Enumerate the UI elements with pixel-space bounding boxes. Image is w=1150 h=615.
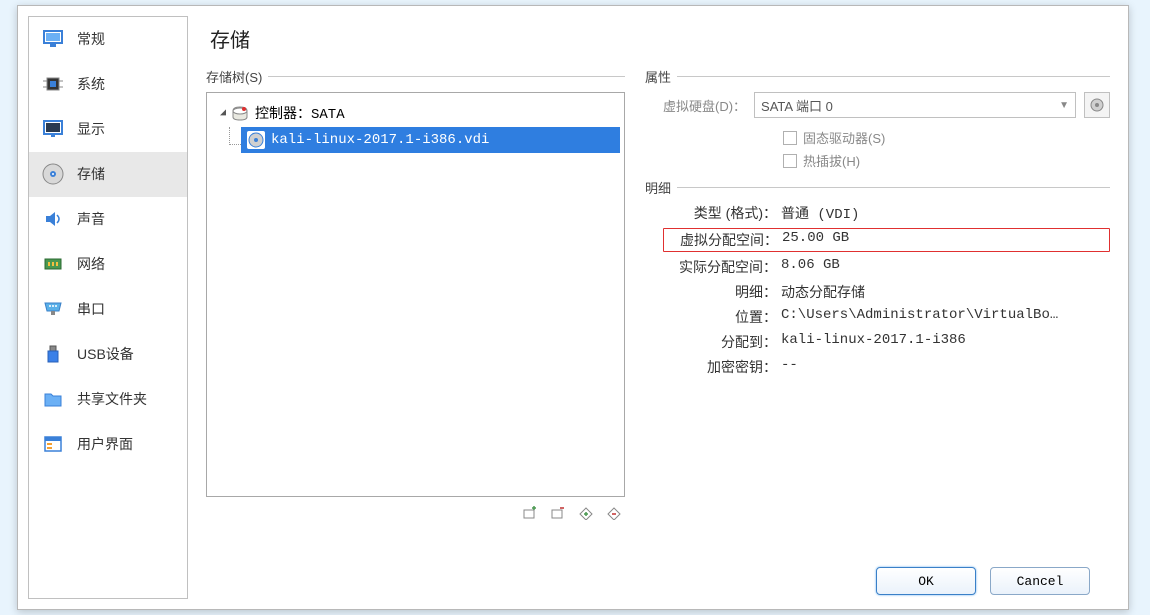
remove-attachment-button[interactable]	[603, 503, 625, 523]
detail-value: 动态分配存储	[781, 282, 1110, 302]
settings-dialog: 常规 系统 显示 存储 声音 网络	[17, 5, 1129, 610]
ssd-checkbox[interactable]	[783, 131, 797, 145]
detail-label: 明细：	[663, 282, 781, 302]
group-line	[268, 76, 625, 77]
ssd-checkbox-row[interactable]: 固态驱动器(S)	[783, 128, 1110, 147]
detail-row: 明细：动态分配存储	[663, 282, 1110, 302]
detail-label: 加密密钥：	[663, 357, 781, 377]
network-icon	[41, 252, 65, 276]
sidebar-label: 系统	[77, 74, 105, 94]
dropdown-arrow-icon: ▼	[1059, 100, 1069, 111]
disk-icon	[41, 162, 65, 186]
group-text: 属性	[645, 67, 671, 86]
sidebar-label: 存储	[77, 164, 105, 184]
sidebar-label: 串口	[77, 299, 105, 319]
sidebar-item-display[interactable]: 显示	[29, 107, 187, 152]
sidebar-label: USB设备	[77, 344, 134, 364]
tree-controller-node[interactable]: ◢ 控制器：SATA	[211, 99, 620, 127]
sidebar-item-ui[interactable]: 用户界面	[29, 422, 187, 467]
storage-tree-group-label: 存储树(S)	[206, 67, 625, 86]
detail-row: 虚拟分配空间：25.00 GB	[663, 228, 1110, 252]
ssd-label: 固态驱动器(S)	[803, 128, 885, 147]
ok-button[interactable]: OK	[876, 567, 976, 595]
detail-row: 加密密钥：--	[663, 357, 1110, 377]
hard-disk-port-select[interactable]: SATA 端口 0 ▼	[754, 92, 1076, 118]
hotplug-label: 热插拔(H)	[803, 151, 860, 170]
choose-disk-button[interactable]	[1084, 92, 1110, 118]
group-text: 存储树(S)	[206, 67, 262, 86]
sidebar-item-general[interactable]: 常规	[29, 17, 187, 62]
tree-connector	[229, 127, 241, 145]
hotplug-checkbox[interactable]	[783, 154, 797, 168]
detail-label: 虚拟分配空间：	[664, 230, 782, 250]
monitor-icon	[41, 27, 65, 51]
disk-filename: kali-linux-2017.1-i386.vdi	[271, 132, 489, 148]
sidebar-item-network[interactable]: 网络	[29, 242, 187, 287]
detail-value: kali-linux-2017.1-i386	[781, 332, 1110, 352]
detail-value: 普通 (VDI)	[781, 203, 1110, 223]
folder-icon	[41, 387, 65, 411]
sidebar-item-usb[interactable]: USB设备	[29, 332, 187, 377]
tree-disk-node[interactable]: kali-linux-2017.1-i386.vdi	[241, 127, 620, 153]
storage-tree-column: 存储树(S) ◢ 控制器：SATA kali-linux-2017.1-i386…	[206, 67, 625, 555]
sidebar: 常规 系统 显示 存储 声音 网络	[28, 16, 188, 599]
page-title: 存储	[210, 24, 1110, 53]
detail-value: --	[781, 357, 1110, 377]
detail-value: 8.06 GB	[781, 257, 1110, 277]
dialog-body: 常规 系统 显示 存储 声音 网络	[18, 6, 1128, 609]
detail-row: 类型 (格式)：普通 (VDI)	[663, 203, 1110, 223]
sidebar-item-system[interactable]: 系统	[29, 62, 187, 107]
tree-toolbar	[206, 503, 625, 523]
details-block: 明细 类型 (格式)：普通 (VDI)虚拟分配空间：25.00 GB实际分配空间…	[645, 178, 1110, 377]
detail-row: 实际分配空间：8.06 GB	[663, 257, 1110, 277]
ui-icon	[41, 432, 65, 456]
main-panel: 存储 存储树(S) ◢ 控制器：SATA	[188, 6, 1128, 609]
audio-icon	[41, 207, 65, 231]
detail-row: 分配到：kali-linux-2017.1-i386	[663, 332, 1110, 352]
group-line	[677, 76, 1110, 77]
sidebar-label: 网络	[77, 254, 105, 274]
vdi-disk-icon	[247, 131, 265, 149]
serial-icon	[41, 297, 65, 321]
sidebar-label: 用户界面	[77, 434, 133, 454]
add-attachment-button[interactable]	[575, 503, 597, 523]
usb-icon	[41, 342, 65, 366]
remove-controller-button[interactable]	[547, 503, 569, 523]
sidebar-label: 共享文件夹	[77, 389, 147, 409]
group-text: 明细	[645, 178, 671, 197]
hard-disk-label: 虚拟硬盘(D)：	[663, 96, 746, 115]
content-columns: 存储树(S) ◢ 控制器：SATA kali-linux-2017.1-i386…	[206, 67, 1110, 555]
hard-disk-row: 虚拟硬盘(D)： SATA 端口 0 ▼	[663, 92, 1110, 118]
detail-label: 类型 (格式)：	[663, 203, 781, 223]
attributes-group-label: 属性	[645, 67, 1110, 86]
details-group-label: 明细	[645, 178, 1110, 197]
sidebar-label: 显示	[77, 119, 105, 139]
detail-label: 分配到：	[663, 332, 781, 352]
dialog-footer: OK Cancel	[206, 555, 1110, 609]
sidebar-label: 声音	[77, 209, 105, 229]
sidebar-item-serial[interactable]: 串口	[29, 287, 187, 332]
display-icon	[41, 117, 65, 141]
controller-label: 控制器：SATA	[255, 103, 345, 123]
detail-label: 实际分配空间：	[663, 257, 781, 277]
sidebar-item-shared[interactable]: 共享文件夹	[29, 377, 187, 422]
add-controller-button[interactable]	[519, 503, 541, 523]
cancel-button[interactable]: Cancel	[990, 567, 1090, 595]
storage-tree[interactable]: ◢ 控制器：SATA kali-linux-2017.1-i386.vdi	[206, 92, 625, 497]
select-value: SATA 端口 0	[761, 96, 833, 115]
sidebar-item-audio[interactable]: 声音	[29, 197, 187, 242]
hotplug-checkbox-row[interactable]: 热插拔(H)	[783, 151, 1110, 170]
detail-value: 25.00 GB	[782, 230, 1109, 250]
sidebar-item-storage[interactable]: 存储	[29, 152, 187, 197]
chip-icon	[41, 72, 65, 96]
detail-label: 位置：	[663, 307, 781, 327]
sidebar-label: 常规	[77, 29, 105, 49]
detail-value: C:\Users\Administrator\VirtualBo…	[781, 307, 1110, 327]
attributes-column: 属性 虚拟硬盘(D)： SATA 端口 0 ▼ 固态驱动器(S)	[645, 67, 1110, 555]
group-line	[677, 187, 1110, 188]
controller-icon	[231, 104, 249, 122]
detail-row: 位置：C:\Users\Administrator\VirtualBo…	[663, 307, 1110, 327]
caret-icon: ◢	[217, 107, 229, 119]
